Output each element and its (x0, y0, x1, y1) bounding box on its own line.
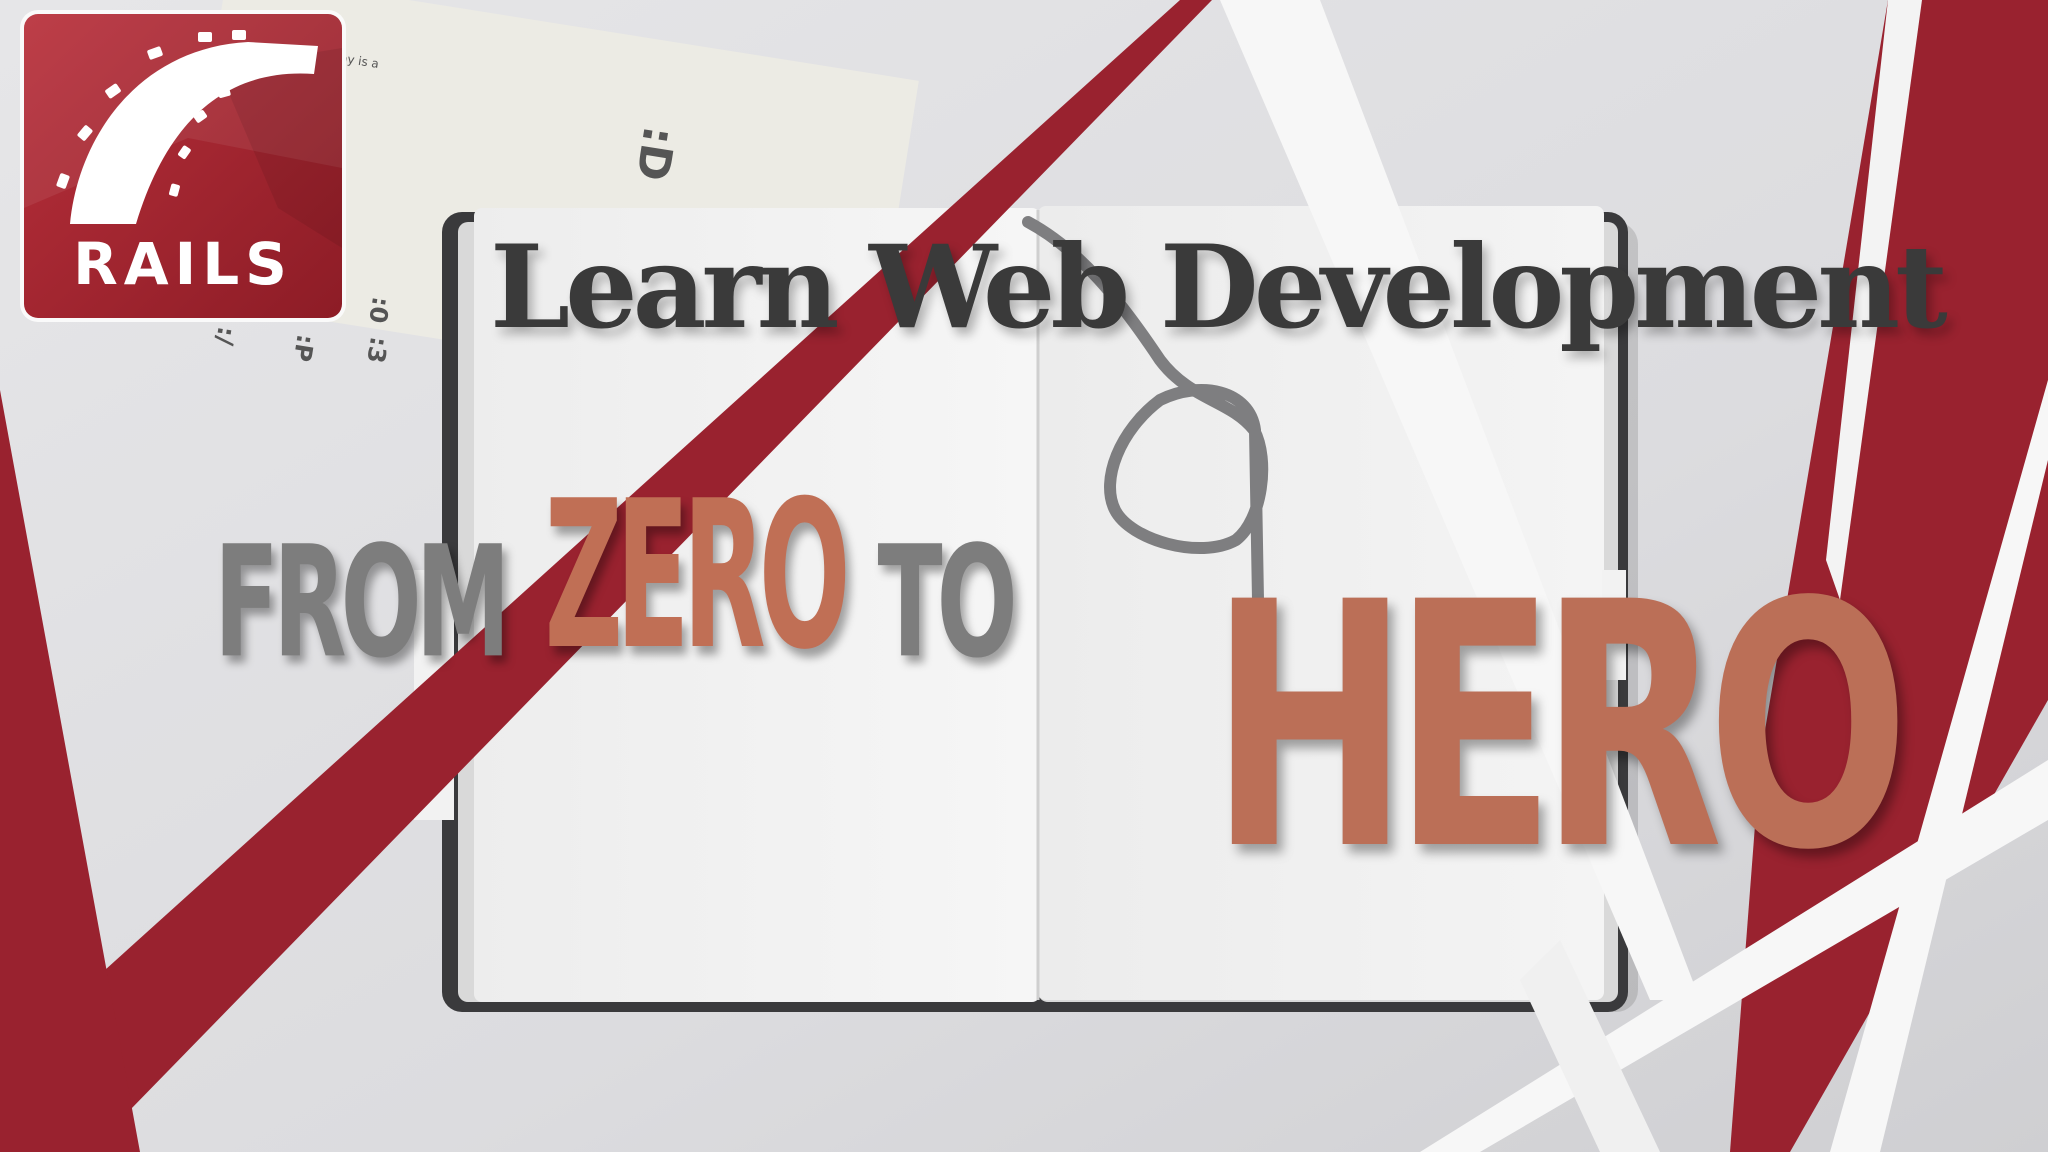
tagline: FROM ZERO TO (214, 475, 1018, 760)
hero-word-text: HERO (1210, 531, 1909, 925)
rails-logo: RAILS (18, 8, 348, 324)
note-card-emoji-2: :0 (363, 294, 396, 326)
thumbnail-scene: ay is a :D :3 :0 :P :/ RAILS Learn Web D… (0, 0, 2048, 1152)
rails-logo-wordmark: RAILS (73, 230, 293, 298)
tagline-zero: ZERO (544, 459, 851, 696)
page-title: Learn Web Development (490, 220, 1948, 354)
hero-word: HERO (1210, 559, 1909, 940)
note-card-emoji-3: :P (287, 332, 320, 364)
tagline-to: TO (877, 513, 1018, 692)
tagline-from: FROM (214, 513, 511, 692)
note-card-emoji-large: :D (625, 122, 685, 185)
note-card-emoji-1: :3 (361, 334, 394, 366)
